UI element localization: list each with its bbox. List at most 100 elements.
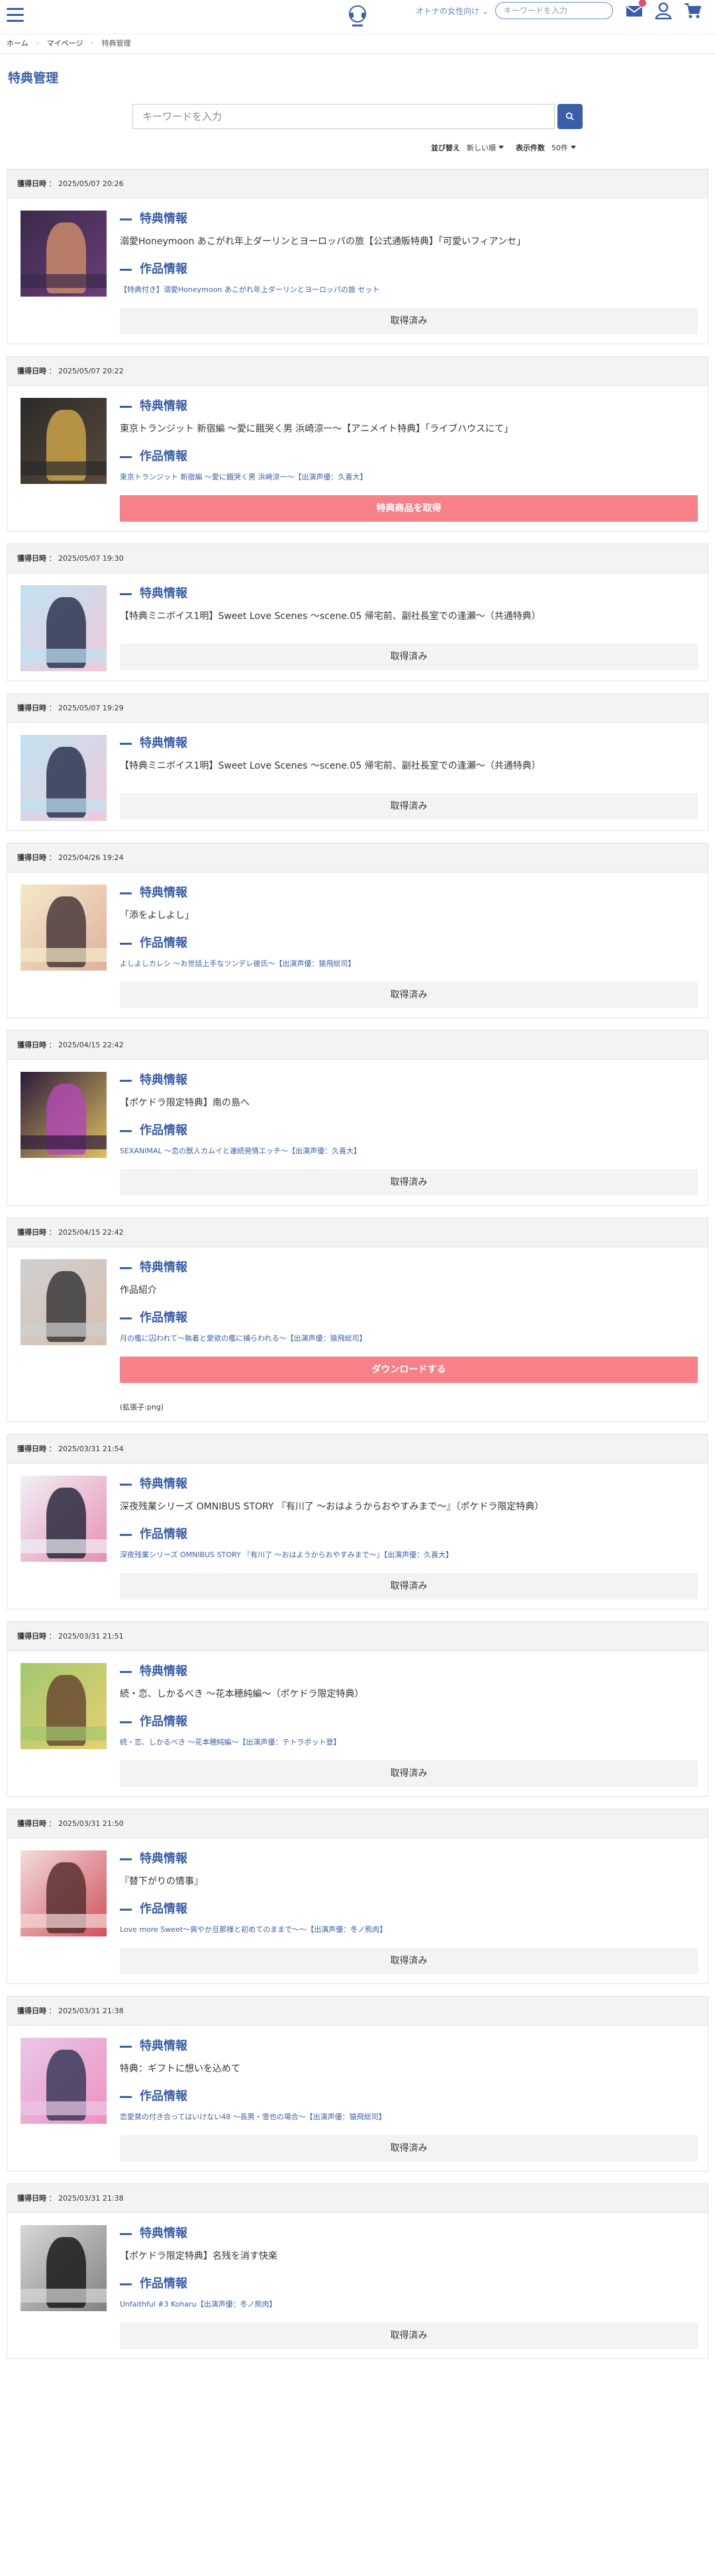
heading-dash (120, 455, 132, 458)
file-extension-note: (拡張子:png) (120, 1403, 164, 1411)
count-label: 表示件数 (516, 144, 545, 152)
benefit-title: 【特典ミニボイス1明】Sweet Love Scenes ～scene.05 帰… (120, 611, 541, 622)
acquired-separator: ： (46, 1445, 58, 1453)
breadcrumb-current: 特典管理 (101, 39, 131, 48)
benefit-heading: 特典情報 (120, 1850, 698, 1868)
work-link[interactable]: よしよしカレシ ～お世話上手なツンデレ彼氏～【出演声優：猿飛総司】 (120, 959, 698, 969)
acquired-date: 2025/03/31 21:54 (58, 1445, 124, 1453)
acquired-button[interactable]: 取得済み (120, 2135, 698, 2162)
acquired-label: 獲得日時 (17, 2007, 46, 2015)
acquired-separator: ： (46, 704, 58, 712)
work-link[interactable]: 月の檻に囚われて～執着と愛欲の檻に捕らわれる～【出演声優：猿飛総司】 (120, 1333, 698, 1343)
work-heading-label: 作品情報 (140, 1527, 187, 1541)
work-thumbnail[interactable] (21, 1476, 107, 1562)
acquired-button[interactable]: 取得済み (120, 644, 698, 670)
acquired-button[interactable]: 取得済み (120, 1573, 698, 1599)
acquired-date: 2025/04/26 19:24 (58, 853, 124, 862)
benefit-title: 特典：ギフトに想いを込めて (120, 2064, 240, 2074)
benefit-heading: 特典情報 (120, 585, 698, 602)
work-thumbnail[interactable] (21, 1259, 107, 1345)
acquired-separator: ： (46, 1228, 58, 1237)
benefit-title: 溺愛Honeymoon あこがれ年上ダーリンとヨーロッパの旅【公式通販特典】「可… (120, 236, 526, 247)
user-icon[interactable] (654, 1, 673, 20)
benefit-card: 獲得日時 ： 2025/03/31 21:54 特典情報 深夜残業シリーズ OMNI… (7, 1434, 708, 1609)
count-select[interactable]: 50件 (550, 141, 579, 154)
work-link[interactable]: SEXANIMAL ～恋の獣人カムイと連続発情エッチ～【出演声優：久喜大】 (120, 1146, 698, 1156)
benefit-heading: 特典情報 (120, 398, 698, 415)
acquired-date-row: 獲得日時 ： 2025/04/26 19:24 (7, 843, 708, 873)
acquired-button[interactable]: 取得済み (120, 1948, 698, 1974)
menu-icon[interactable] (7, 8, 24, 23)
work-heading: 作品情報 (120, 1713, 698, 1731)
breadcrumb-home[interactable]: ホーム (7, 36, 28, 52)
sort-select[interactable]: 新しい順 (465, 141, 506, 154)
work-heading-label: 作品情報 (140, 1902, 187, 1916)
acquired-button[interactable]: 取得済み (120, 1169, 698, 1196)
heading-dash (120, 742, 132, 745)
cart-icon[interactable] (683, 1, 702, 20)
acquired-button[interactable]: 取得済み (120, 793, 698, 820)
acquire-button[interactable]: 特典商品を取得 (120, 495, 698, 522)
acquired-separator: ： (46, 367, 58, 375)
benefit-title: 深夜残業シリーズ OMNIBUS STORY 『有川了 ～おはようからおやすみま… (120, 1502, 544, 1512)
heading-dash (120, 405, 132, 408)
mail-icon[interactable] (625, 0, 646, 20)
acquired-label: 獲得日時 (17, 179, 46, 188)
work-thumbnail[interactable] (21, 1663, 107, 1749)
heading-dash (120, 2095, 132, 2098)
heading-dash (120, 1483, 132, 1486)
heading-dash (120, 2232, 132, 2235)
acquired-date-row: 獲得日時 ： 2025/05/07 19:30 (7, 544, 708, 573)
chevron-down-icon: ⌄ (481, 7, 489, 16)
work-link[interactable]: Love more Sweet～爽やか旦那様と初めてのままで～～【出演声優：冬ノ… (120, 1925, 698, 1934)
acquired-button[interactable]: 取得済み (120, 308, 698, 334)
work-link[interactable]: 【特典付き】溺愛Honeymoon あこがれ年上ダーリンとヨーロッパの旅 セット (120, 285, 698, 295)
benefit-heading-label: 特典情報 (140, 886, 187, 900)
work-heading: 作品情報 (120, 1122, 698, 1139)
acquired-button[interactable]: 取得済み (120, 982, 698, 1008)
site-logo[interactable] (344, 3, 371, 30)
heading-dash (120, 593, 132, 595)
benefit-heading: 特典情報 (120, 735, 698, 752)
heading-dash (120, 268, 132, 271)
search-button[interactable] (557, 104, 583, 129)
work-thumbnail[interactable] (21, 2225, 107, 2311)
work-thumbnail[interactable] (21, 1850, 107, 1936)
acquired-date: 2025/05/07 19:29 (58, 704, 124, 712)
acquired-button[interactable]: 取得済み (120, 2322, 698, 2349)
work-thumbnail[interactable] (21, 211, 107, 297)
work-thumbnail[interactable] (21, 1072, 107, 1158)
benefit-heading-label: 特典情報 (140, 1073, 187, 1087)
heading-dash (120, 1533, 132, 1536)
work-link[interactable]: 深夜残業シリーズ OMNIBUS STORY 『有川了 ～おはようからおやすみま… (120, 1550, 698, 1560)
work-thumbnail[interactable] (21, 398, 107, 484)
header-search-input[interactable] (495, 2, 613, 19)
work-link[interactable]: 東京トランジット 新宿編 ～愛に餓哭く男 浜崎涼一～【出演声優：久喜大】 (120, 472, 698, 482)
benefit-heading: 特典情報 (120, 1476, 698, 1493)
breadcrumb-mypage[interactable]: マイページ (47, 36, 83, 52)
work-heading: 作品情報 (120, 2088, 698, 2105)
keyword-search-input[interactable] (132, 104, 555, 129)
work-link[interactable]: Unfaithful #3 Koharu【出演声優：冬ノ熊肉】 (120, 2299, 698, 2309)
acquired-date: 2025/05/07 19:30 (58, 554, 124, 563)
acquire-button[interactable]: ダウンロードする (120, 1357, 698, 1383)
acquired-date: 2025/03/31 21:51 (58, 1632, 124, 1641)
acquired-date-row: 獲得日時 ： 2025/03/31 21:51 (7, 1622, 708, 1651)
work-thumbnail[interactable] (21, 2038, 107, 2124)
work-link[interactable]: 恋愛禁の付き合ってはいけない48 ～長男・雪也の場合～【出演声優：猿飛総司】 (120, 2112, 698, 2122)
benefit-title: 【特典ミニボイス1明】Sweet Love Scenes ～scene.05 帰… (120, 761, 541, 771)
benefit-list: 獲得日時 ： 2025/05/07 20:26 特典情報 溺愛Honeymoon あ… (0, 169, 715, 2359)
page-title: 特典管理 (8, 71, 59, 85)
benefit-title: 東京トランジット 新宿編 ～愛に餓哭く男 浜崎涼一～【アニメイト特典】「ライブハ… (120, 424, 514, 434)
sort-label: 並び替え (431, 144, 460, 152)
work-heading: 作品情報 (120, 935, 698, 952)
gender-switch-link[interactable]: オトナの女性向け ⌄ (416, 5, 489, 17)
acquired-date-row: 獲得日時 ： 2025/03/31 21:38 (7, 1997, 708, 2026)
benefit-heading: 特典情報 (120, 2225, 698, 2242)
work-link[interactable]: 続・恋、しかるべき ～花本穂純編～【出演声優：テトラポット登】 (120, 1737, 698, 1747)
work-thumbnail[interactable] (21, 585, 107, 671)
work-thumbnail[interactable] (21, 884, 107, 971)
work-thumbnail[interactable] (21, 735, 107, 821)
benefit-heading: 特典情報 (120, 884, 698, 902)
acquired-button[interactable]: 取得済み (120, 1760, 698, 1787)
